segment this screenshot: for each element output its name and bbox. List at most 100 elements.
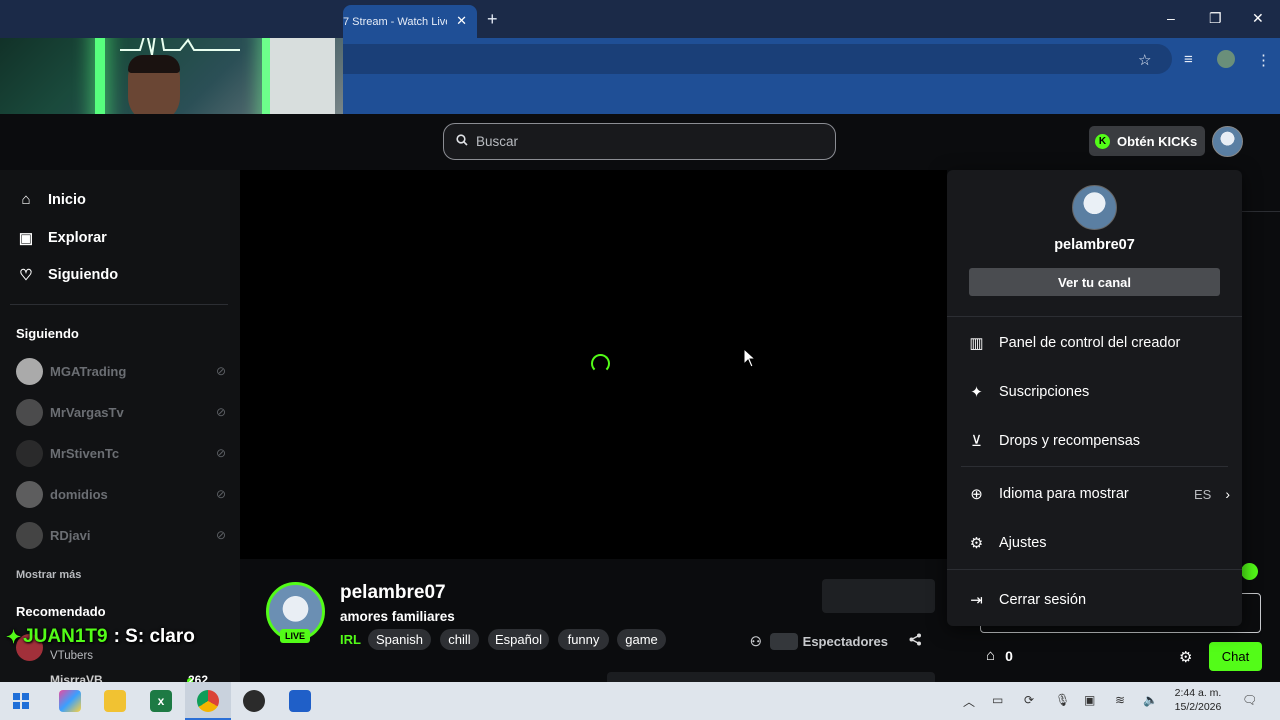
- menu-item-creator-dashboard[interactable]: ▥ Panel de control del creador: [968, 334, 1230, 352]
- stream-category[interactable]: IRL: [340, 632, 361, 647]
- close-window-button[interactable]: ✕: [1252, 10, 1264, 27]
- show-more-link[interactable]: Mostrar más: [16, 569, 81, 581]
- tray-status-icon[interactable]: ▣: [1084, 693, 1095, 707]
- file-explorer-icon[interactable]: [104, 690, 126, 712]
- viewers-indicator: ⚇ Espectadores: [750, 633, 888, 650]
- menu-item-label: Ajustes: [999, 535, 1047, 551]
- channel-name: domidios: [50, 486, 108, 502]
- sparkle-icon: ✦: [6, 626, 22, 647]
- chat-overlay-user: JUAN1T9: [23, 626, 108, 647]
- profile-avatar-icon[interactable]: [1217, 50, 1235, 68]
- language-value: ES: [1193, 486, 1212, 502]
- sidebar-channel[interactable]: MrVargasTv ⊘: [16, 398, 226, 426]
- dashboard-icon: ▥: [969, 335, 984, 352]
- viewers-label: Espectadores: [802, 634, 888, 649]
- menu-item-label: Cerrar sesión: [999, 592, 1087, 608]
- browse-icon: ▣: [18, 230, 34, 247]
- search-bar[interactable]: [443, 123, 836, 160]
- kicks-balance[interactable]: ⌂ 0: [986, 647, 1013, 664]
- new-tab-button[interactable]: +: [487, 9, 498, 30]
- app-icon[interactable]: [289, 690, 311, 712]
- bookmark-star-icon[interactable]: ☆: [1138, 51, 1151, 69]
- loading-spinner-icon: [591, 354, 610, 373]
- sparkle-icon: ✦: [970, 384, 983, 401]
- viewers-icon: ⚇: [750, 633, 762, 649]
- browser-tab[interactable]: 7 Stream - Watch Live ✕: [343, 5, 477, 38]
- kicks-icon: K: [1095, 133, 1110, 149]
- avatar: [16, 521, 43, 549]
- volume-icon[interactable]: 🔈: [1143, 693, 1158, 707]
- viewer-count-placeholder: [769, 633, 798, 650]
- stream-title: amores familiares: [340, 609, 455, 624]
- gift-icon: ⌂: [986, 647, 996, 664]
- get-kicks-button[interactable]: K Obtén KICKs: [1089, 126, 1205, 156]
- stream-tag[interactable]: game: [617, 629, 666, 650]
- avatar: [16, 398, 43, 426]
- browser-menu-icon[interactable]: ⋮: [1256, 51, 1271, 69]
- wifi-icon[interactable]: ≋: [1115, 693, 1125, 707]
- chat-send-button[interactable]: Chat: [1209, 642, 1262, 671]
- nav-browse-label: Explorar: [48, 230, 107, 246]
- home-icon: ⌂: [21, 191, 31, 208]
- offline-icon: ⊘: [215, 405, 226, 419]
- menu-item-settings[interactable]: ⚙ Ajustes: [968, 534, 1230, 552]
- sidebar-divider: [10, 304, 228, 305]
- stream-tag[interactable]: funny: [558, 629, 609, 650]
- view-channel-button[interactable]: Ver tu canal: [969, 268, 1220, 296]
- windows-start-icon[interactable]: [13, 693, 29, 714]
- menu-divider: [947, 569, 1242, 570]
- mouse-cursor-icon: [743, 347, 757, 373]
- clock-date: 15/2/2026: [1174, 701, 1222, 713]
- logout-icon: ⇥: [970, 592, 983, 609]
- sidebar-channel[interactable]: RDjavi ⊘: [16, 521, 226, 549]
- restore-button[interactable]: ❐: [1209, 10, 1222, 27]
- minimize-button[interactable]: –: [1167, 10, 1175, 26]
- tray-chevron-icon[interactable]: ︿: [963, 693, 975, 710]
- chat-settings-icon[interactable]: ⚙: [1179, 648, 1192, 666]
- nav-browse[interactable]: ▣ Explorar: [16, 229, 107, 247]
- media-control-icon[interactable]: ≡: [1184, 51, 1193, 68]
- nav-following-label: Siguiendo: [48, 267, 119, 283]
- share-icon[interactable]: [909, 633, 922, 649]
- content-strip: [607, 672, 935, 682]
- search-input[interactable]: [476, 134, 806, 149]
- stream-tag[interactable]: Español: [488, 629, 549, 650]
- tray-sync-icon[interactable]: ⟳: [1024, 693, 1034, 707]
- channel-name: MGATrading: [50, 363, 127, 379]
- excel-icon[interactable]: x: [150, 690, 172, 712]
- nav-following[interactable]: ♡ Siguiendo: [16, 266, 118, 284]
- globe-icon: ⊕: [970, 486, 983, 503]
- emoji-icon[interactable]: [1241, 563, 1258, 580]
- follow-button-placeholder[interactable]: [822, 579, 935, 613]
- stream-tag[interactable]: chill: [440, 629, 479, 650]
- address-bar[interactable]: [343, 44, 1172, 74]
- chat-overlay-message: ✦ JUAN1T9 : S: claro: [6, 626, 195, 648]
- tab-close-icon[interactable]: ✕: [456, 13, 467, 29]
- notifications-icon[interactable]: 🗨: [1242, 693, 1257, 707]
- streamer-name[interactable]: pelambre07: [340, 582, 446, 604]
- menu-item-subscriptions[interactable]: ✦ Suscripciones: [968, 383, 1230, 401]
- nav-home[interactable]: ⌂ Inicio: [16, 191, 85, 208]
- offline-icon: ⊘: [215, 487, 226, 501]
- sidebar-channel[interactable]: domidios ⊘: [16, 480, 226, 508]
- drops-icon: ⊻: [971, 433, 982, 450]
- obs-icon[interactable]: [243, 690, 265, 712]
- offline-icon: ⊘: [215, 446, 226, 460]
- chrome-icon[interactable]: [197, 690, 219, 712]
- microphone-icon[interactable]: 🎙: [1055, 693, 1070, 707]
- stream-tag[interactable]: Spanish: [368, 629, 431, 650]
- menu-item-drops[interactable]: ⊻ Drops y recompensas: [968, 432, 1230, 450]
- sidebar-channel[interactable]: MGATrading ⊘: [16, 357, 226, 385]
- menu-avatar: [1072, 185, 1117, 230]
- sidebar-channel[interactable]: MrStivenTc ⊘: [16, 439, 226, 467]
- tab-title: 7 Stream - Watch Live: [343, 15, 447, 28]
- menu-item-label: Idioma para mostrar: [999, 486, 1129, 502]
- menu-item-label: Suscripciones: [999, 384, 1090, 400]
- user-avatar-button[interactable]: [1212, 126, 1243, 157]
- system-clock[interactable]: 2:44 a. m. 15/2/2026: [1170, 686, 1226, 714]
- tray-app-icon[interactable]: ▭: [992, 693, 1003, 707]
- menu-item-logout[interactable]: ⇥ Cerrar sesión: [968, 591, 1230, 609]
- copilot-icon[interactable]: [59, 690, 81, 712]
- menu-item-language[interactable]: ⊕ Idioma para mostrar ES ›: [968, 485, 1230, 503]
- recommended-section-title: Recomendado: [16, 604, 106, 619]
